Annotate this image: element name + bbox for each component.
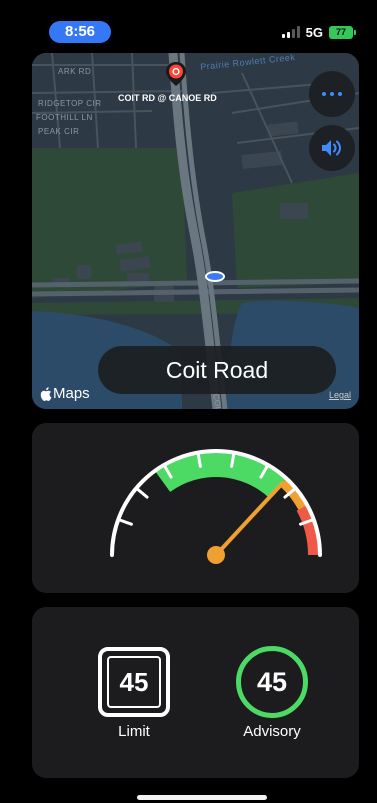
app-screen: 8:56 5G 77 ARK RD RIDGETOP CIR FOOTHILL … [18, 0, 359, 803]
ellipsis-icon [322, 92, 342, 96]
street-label-ridgetop: RIDGETOP CIR [38, 99, 102, 108]
map-pin-icon[interactable] [164, 61, 188, 87]
battery-icon: 77 [329, 25, 356, 39]
advisory-speed-value: 45 [256, 666, 288, 697]
network-type: 5G [305, 24, 323, 40]
speaker-icon [322, 140, 341, 156]
status-indicators: 5G 77 [281, 24, 356, 40]
gauge-tick [136, 487, 149, 499]
more-button[interactable] [309, 71, 355, 117]
advisory-speed-label: Advisory [243, 723, 301, 740]
status-time[interactable]: 8:56 [49, 21, 111, 43]
signal-icon [281, 26, 300, 38]
speed-limits-card: 45 Limit 45 Advisory [32, 607, 359, 778]
speed-limit-value: 45 [107, 656, 161, 708]
apple-logo-icon [40, 386, 52, 401]
legal-link[interactable]: Legal [329, 390, 351, 400]
gauge-tick [196, 453, 202, 468]
gauge-tick [118, 518, 133, 526]
street-label-foothill: FOOTHILL LN [36, 113, 93, 122]
gauge-tick [230, 453, 236, 468]
advisory-speed-sign: 45 [236, 646, 308, 718]
home-indicator[interactable] [137, 795, 267, 800]
destination-label: COIT RD @ CANOE RD [118, 93, 217, 103]
sound-button[interactable] [309, 125, 355, 171]
speed-limit-sign: 45 [98, 647, 170, 717]
speedometer-gauge [110, 449, 322, 564]
current-location-dot [205, 271, 225, 282]
battery-level: 77 [335, 26, 346, 37]
speedometer-card [32, 423, 359, 593]
maps-attribution: Maps [40, 385, 90, 402]
street-label-peak: PEAK CIR [38, 127, 80, 136]
gauge-needle [214, 481, 285, 557]
gauge-needle-hub [207, 546, 225, 564]
map-view[interactable]: ARK RD RIDGETOP CIR FOOTHILL LN PEAK CIR… [32, 53, 359, 409]
road-name: Coit Road [98, 346, 336, 394]
speed-limit-label: Limit [118, 723, 150, 740]
maps-brand-label: Maps [53, 385, 90, 402]
street-label-ark: ARK RD [58, 67, 92, 76]
status-bar: 8:56 5G 77 [18, 0, 359, 50]
